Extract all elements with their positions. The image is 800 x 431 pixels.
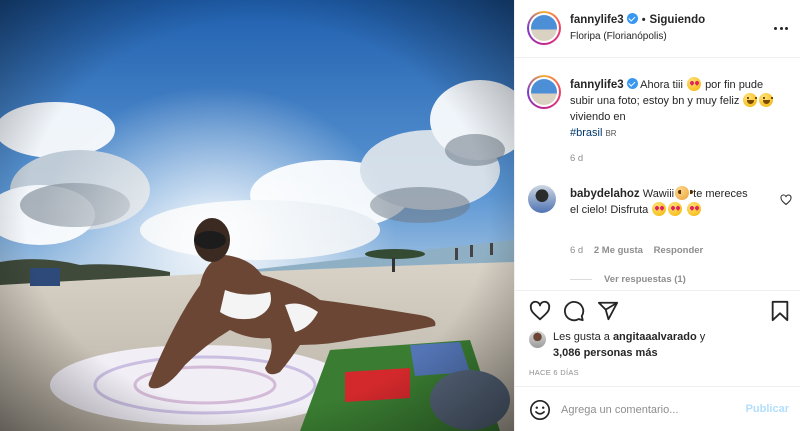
comment: babydelahoz Wawiii te mereces el cielo! … <box>570 186 750 218</box>
comment-time[interactable]: 6 d <box>570 245 583 256</box>
caption-text-3: viviendo en <box>570 111 626 123</box>
likes-suffix: y <box>699 331 706 343</box>
comment-username[interactable]: babydelahoz <box>570 188 640 200</box>
post-date[interactable]: HACE 6 DÍAS <box>529 368 579 377</box>
likes-prefix: Les gusta a <box>553 331 610 343</box>
ellipsis-icon[interactable] <box>773 20 789 36</box>
caption-text-1: Ahora tiii <box>640 79 683 91</box>
publish-button[interactable]: Publicar <box>746 403 789 415</box>
heart-eyes-emoji-icon <box>687 202 702 216</box>
header-username[interactable]: fannylife3 <box>570 14 624 26</box>
comment-like-heart-icon[interactable] <box>780 194 792 206</box>
heart-eyes-emoji-icon <box>668 202 683 216</box>
comment-text-1: Wawiii <box>642 188 675 200</box>
reply-button[interactable]: Responder <box>654 245 704 256</box>
location-link[interactable]: Floripa (Florianópolis) <box>570 31 667 42</box>
separator-dot: • <box>641 14 646 26</box>
comment-icon[interactable] <box>563 300 585 322</box>
liker-username[interactable]: angitaaalvarado <box>613 331 697 343</box>
bookmark-icon[interactable] <box>769 300 791 322</box>
send-icon[interactable] <box>597 300 619 322</box>
post-photo[interactable] <box>0 0 514 431</box>
heart-eyes-emoji-icon <box>687 77 701 91</box>
header-user-line: fannylife3 • Siguiendo <box>570 13 705 26</box>
comment-likes[interactable]: 2 Me gusta <box>594 245 643 256</box>
heart-icon[interactable] <box>529 300 551 322</box>
caption-username[interactable]: fannylife3 <box>570 79 624 91</box>
commenter-avatar[interactable] <box>528 185 556 213</box>
caption: fannylife3 Ahora tiii por fin pude subir… <box>570 77 782 142</box>
comments-list: fannylife3 Ahora tiii por fin pude subir… <box>515 58 800 290</box>
grinning-emoji-icon <box>759 93 774 107</box>
story-ring[interactable] <box>527 11 561 45</box>
verified-badge-icon <box>626 78 638 89</box>
smiley-icon[interactable] <box>529 399 551 421</box>
verified-badge-icon <box>626 13 638 24</box>
post-modal: fannylife3 • Siguiendo Floripa (Florianópo… <box>0 0 800 431</box>
caption-avatar <box>531 79 557 105</box>
heart-eyes-emoji-icon <box>652 202 667 216</box>
likes-summary: Les gusta a angitaaalvarado y 3,086 pers… <box>553 329 705 361</box>
caption-story-ring[interactable] <box>527 75 561 109</box>
post-header: fannylife3 • Siguiendo Floripa (Florianópo… <box>515 0 800 58</box>
comment-meta: 6 d 2 Me gusta Responder <box>570 245 711 256</box>
comment-input[interactable] <box>561 400 731 420</box>
view-replies-button[interactable]: Ver respuestas (1) <box>570 274 686 285</box>
avatar <box>531 15 557 41</box>
caption-time[interactable]: 6 d <box>570 153 583 164</box>
likes-count[interactable]: 3,086 personas más <box>553 347 658 359</box>
grimacing-emoji-icon <box>743 93 758 107</box>
hashtag-link[interactable]: #brasil <box>570 127 602 139</box>
comment-composer: Publicar <box>515 386 800 431</box>
beach-photo-illustration <box>0 0 514 431</box>
liker-avatar[interactable] <box>529 331 546 348</box>
action-bar: Les gusta a angitaaalvarado y 3,086 pers… <box>515 290 800 386</box>
post-side-panel: fannylife3 • Siguiendo Floripa (Florianópo… <box>514 0 800 431</box>
following-button[interactable]: Siguiendo <box>650 14 706 26</box>
pleading-emoji-icon <box>675 186 693 200</box>
flag-br: BR <box>605 129 617 138</box>
